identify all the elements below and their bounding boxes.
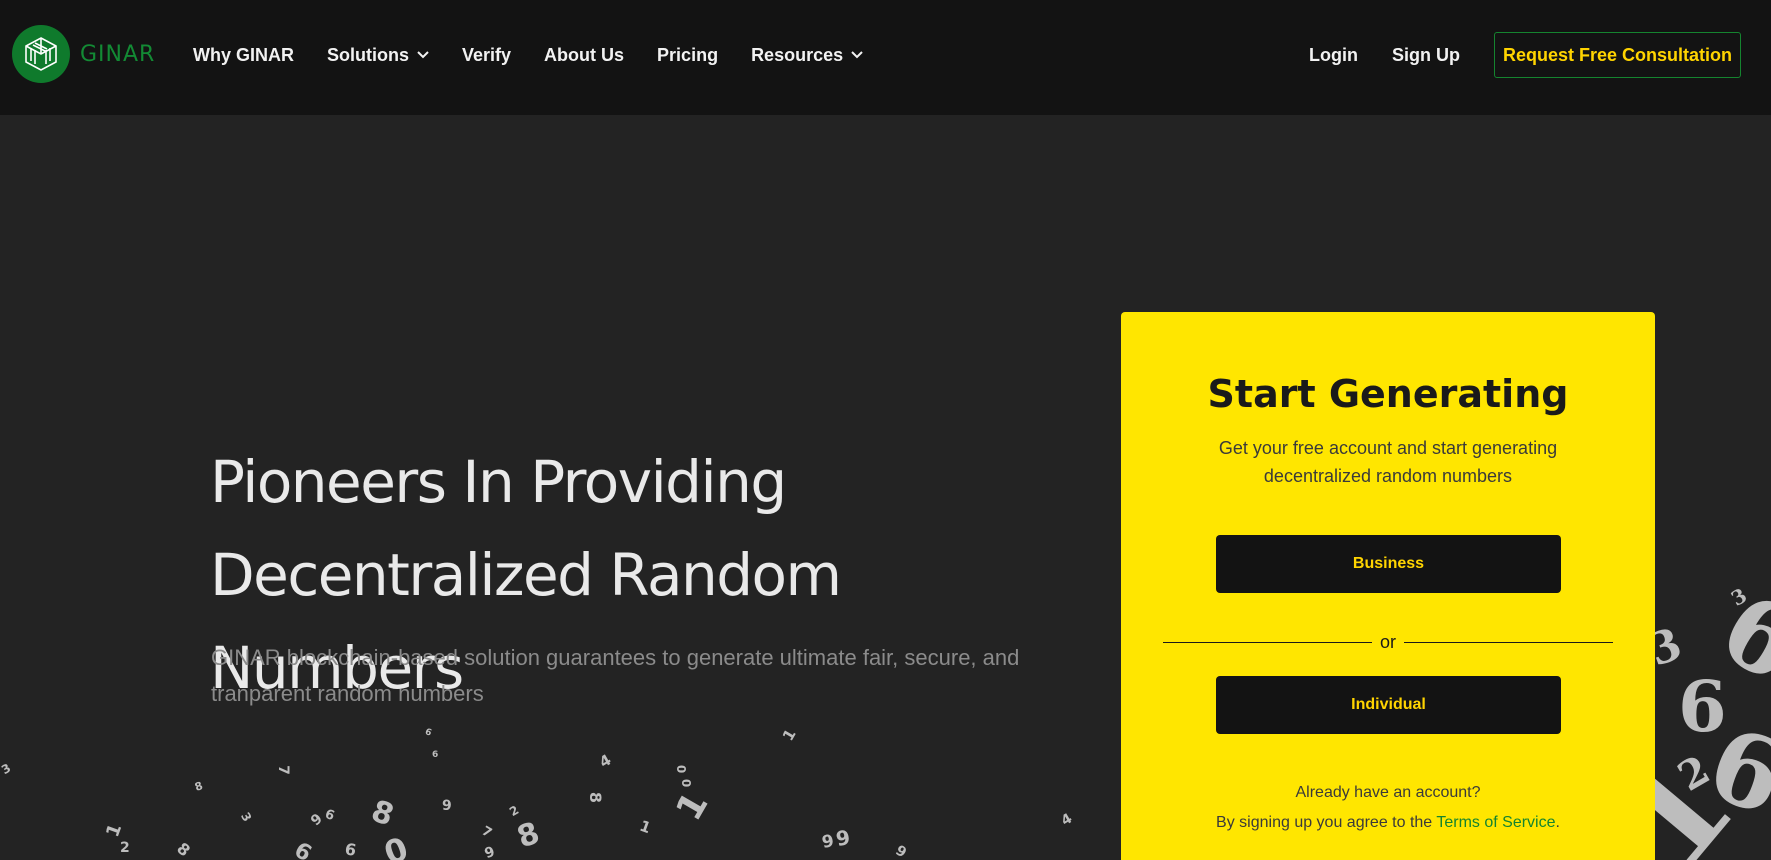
terms-of-service-link[interactable]: Terms of Service bbox=[1436, 814, 1555, 831]
hero-title-line1: Pioneers In Providing bbox=[210, 448, 787, 516]
terms-prefix: By signing up you agree to the bbox=[1216, 814, 1437, 831]
divider-line-left bbox=[1163, 642, 1372, 643]
nav-about-us-label: About Us bbox=[544, 44, 625, 65]
nav-pricing[interactable]: Pricing bbox=[657, 45, 718, 66]
card-subtitle: Get your free account and start generati… bbox=[1218, 438, 1558, 486]
falling-numbers-decoration: 3 1 2 8 8 3 7 6 9 6 6 8 0 6 6 9 7 9 2 8 … bbox=[0, 725, 1076, 860]
business-button[interactable]: Business bbox=[1216, 535, 1561, 593]
nav-about-us[interactable]: About Us bbox=[544, 45, 624, 66]
signup-link[interactable]: Sign Up bbox=[1392, 45, 1460, 66]
falling-numbers-decoration-right: 3 6 3 6 2 6 1 bbox=[1640, 570, 1771, 860]
terms-suffix: . bbox=[1555, 814, 1560, 831]
already-have-account-link[interactable]: Already have an account? bbox=[1121, 784, 1655, 802]
nav-why-ginar-label: Why GINAR bbox=[193, 44, 294, 65]
account-nav: Login Sign Up Request Free Consultation bbox=[1309, 0, 1741, 110]
divider-line-right bbox=[1404, 642, 1614, 643]
signup-card: Start Generating Get your free account a… bbox=[1121, 312, 1655, 860]
or-label: or bbox=[1380, 632, 1397, 652]
nav-pricing-label: Pricing bbox=[657, 44, 719, 65]
card-title: Start Generating bbox=[1207, 372, 1569, 416]
brand-name: GINAR bbox=[80, 41, 156, 67]
brand-logo[interactable]: GINAR bbox=[12, 25, 155, 83]
chevron-down-icon bbox=[417, 51, 429, 59]
nav-solutions[interactable]: Solutions bbox=[327, 45, 429, 66]
login-link[interactable]: Login bbox=[1309, 45, 1358, 66]
nav-resources-label: Resources bbox=[751, 44, 844, 65]
request-consultation-button[interactable]: Request Free Consultation bbox=[1493, 32, 1741, 78]
or-divider: or bbox=[1163, 632, 1614, 653]
top-navbar: GINAR Why GINAR Solutions Verify About U… bbox=[0, 0, 1771, 115]
chevron-down-icon bbox=[851, 51, 863, 59]
terms-notice: By signing up you agree to the Terms of … bbox=[1121, 814, 1655, 832]
nav-solutions-label: Solutions bbox=[327, 44, 409, 65]
main-nav: Why GINAR Solutions Verify About Us Pric… bbox=[193, 0, 896, 110]
nav-why-ginar[interactable]: Why GINAR bbox=[193, 45, 294, 66]
individual-button[interactable]: Individual bbox=[1216, 676, 1561, 734]
ginar-logo-icon bbox=[12, 25, 70, 83]
nav-verify-label: Verify bbox=[462, 44, 512, 65]
nav-resources[interactable]: Resources bbox=[751, 45, 863, 66]
nav-verify[interactable]: Verify bbox=[462, 45, 511, 66]
